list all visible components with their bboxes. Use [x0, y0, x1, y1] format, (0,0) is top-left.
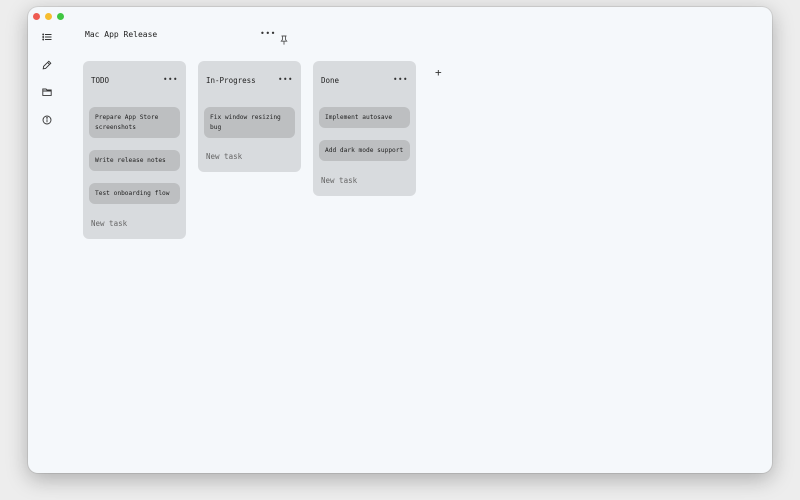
app-window: Mac App Release ••• + TODO ••• Prepare A… [28, 7, 772, 473]
list-icon[interactable] [40, 30, 54, 44]
column-title: Done [321, 76, 340, 85]
column-more-button[interactable]: ••• [393, 75, 408, 84]
board-title: Mac App Release [85, 30, 158, 39]
board-more-button[interactable]: ••• [260, 29, 276, 38]
zoom-window-button[interactable] [57, 13, 64, 20]
task-card[interactable]: Prepare App Store screenshots [89, 107, 180, 138]
minimize-window-button[interactable] [45, 13, 52, 20]
pin-icon[interactable] [279, 30, 289, 45]
task-card[interactable]: Implement autosave [319, 107, 410, 128]
add-column-button[interactable]: + [435, 66, 442, 79]
task-card[interactable]: Fix window resizing bug [204, 107, 295, 138]
folder-icon[interactable] [40, 85, 54, 99]
info-icon[interactable] [40, 113, 54, 127]
new-task-button[interactable]: New task [91, 219, 127, 228]
sidebar [40, 30, 54, 140]
pen-icon[interactable] [40, 58, 54, 72]
column-done: Done ••• Implement autosave Add dark mod… [313, 61, 416, 196]
task-card[interactable]: Write release notes [89, 150, 180, 171]
new-task-button[interactable]: New task [206, 152, 242, 161]
task-card[interactable]: Add dark mode support [319, 140, 410, 161]
column-in-progress: In-Progress ••• Fix window resizing bug … [198, 61, 301, 172]
column-title: TODO [91, 76, 110, 85]
new-task-button[interactable]: New task [321, 176, 357, 185]
column-title: In-Progress [206, 76, 256, 85]
window-controls [33, 13, 64, 20]
task-card[interactable]: Test onboarding flow [89, 183, 180, 204]
close-window-button[interactable] [33, 13, 40, 20]
column-more-button[interactable]: ••• [163, 75, 178, 84]
column-more-button[interactable]: ••• [278, 75, 293, 84]
column-todo: TODO ••• Prepare App Store screenshots W… [83, 61, 186, 239]
